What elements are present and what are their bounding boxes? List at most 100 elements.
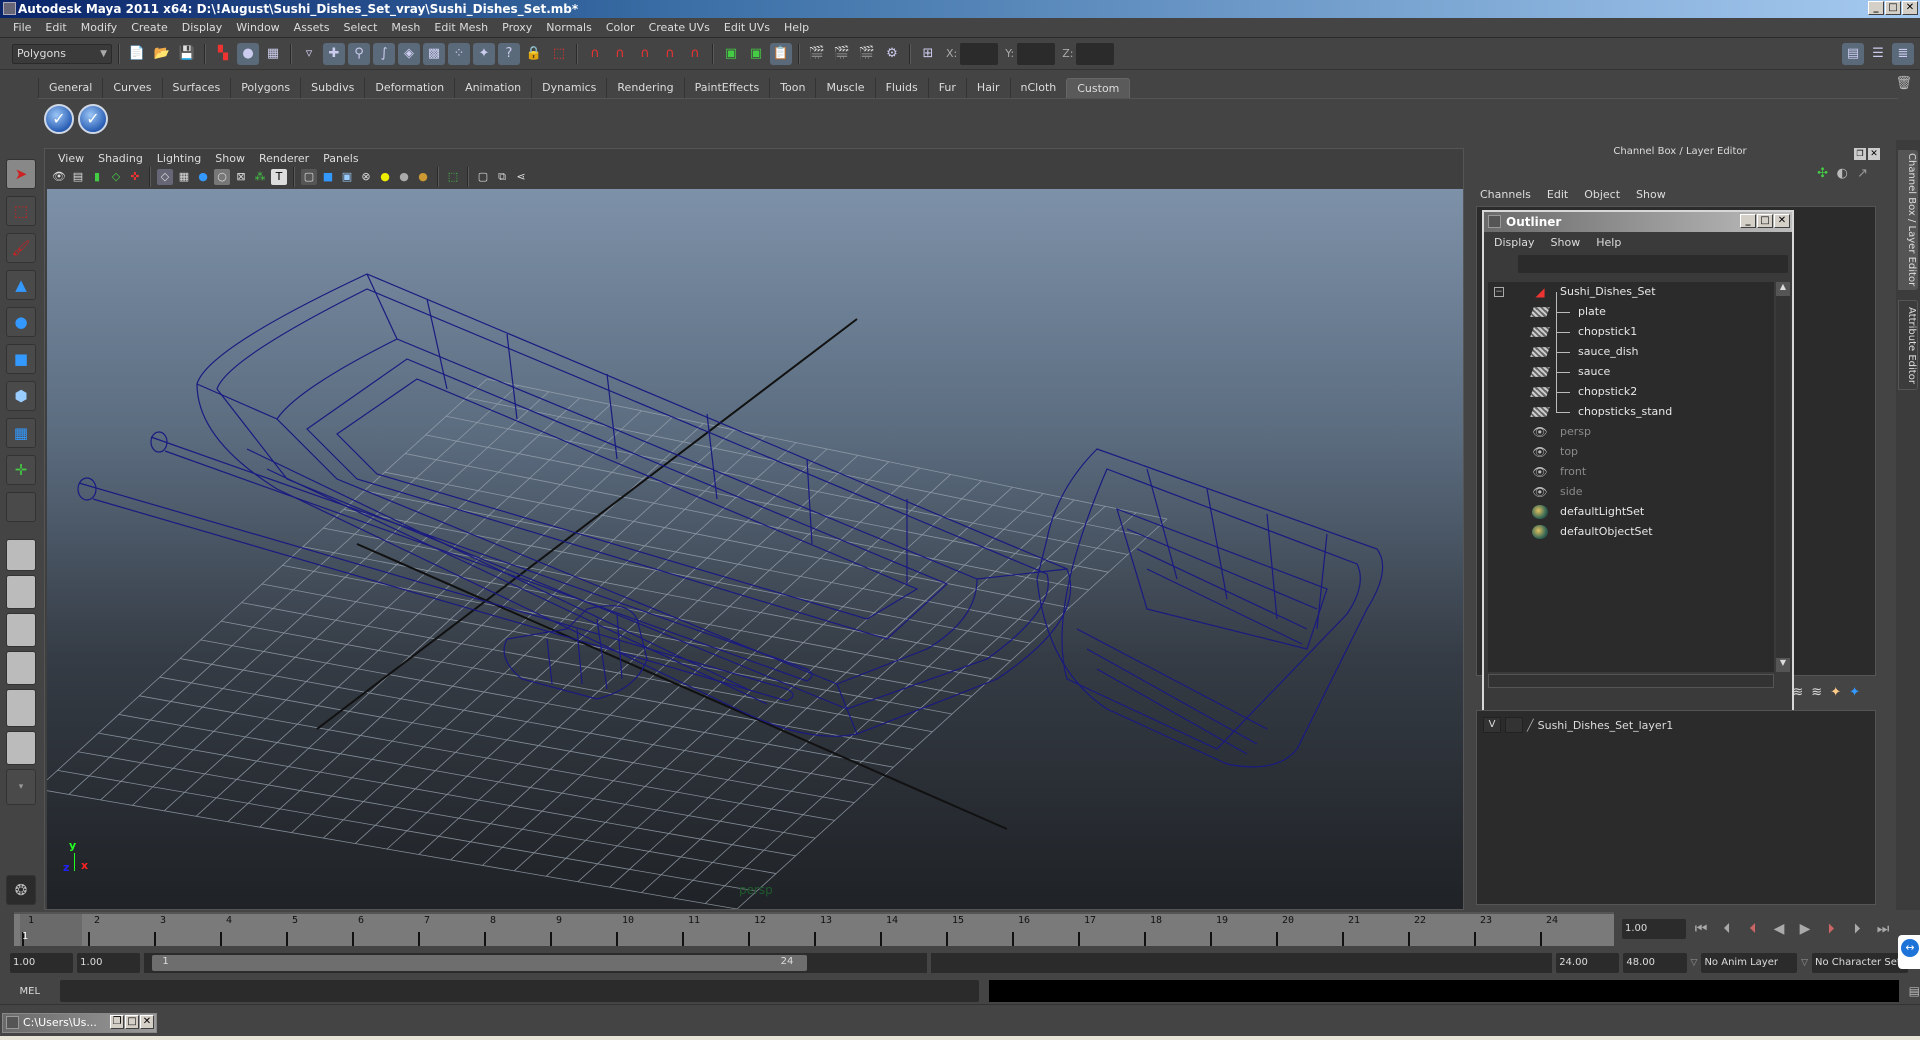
shelf-trash-icon[interactable]: 🗑 — [1895, 76, 1912, 91]
field-chart-icon[interactable]: ⊠ — [233, 169, 249, 185]
play-forwards-button[interactable]: ▶ — [1794, 919, 1816, 939]
outliner-item[interactable]: chopstick1 — [1488, 312, 1774, 342]
shelf-tab-hair[interactable]: Hair — [965, 78, 1010, 98]
maximize-button[interactable]: □ — [1885, 1, 1901, 15]
menu-create-uvs[interactable]: Create UVs — [642, 21, 717, 34]
shelf-tab-dynamics[interactable]: Dynamics — [531, 78, 607, 98]
shelf-tab-polygons[interactable]: Polygons — [230, 78, 301, 98]
rotate-tool-icon[interactable]: ● — [6, 307, 36, 337]
xray-active-icon[interactable]: ⋖ — [513, 169, 529, 185]
menu-create[interactable]: Create — [124, 21, 175, 34]
shelf-tab-curves[interactable]: Curves — [102, 78, 162, 98]
menu-select[interactable]: Select — [336, 21, 384, 34]
layout-more-button[interactable]: ▾ — [6, 769, 36, 805]
grid-toggle-icon[interactable]: ◇ — [157, 169, 173, 185]
layer-row[interactable]: V ╱ Sushi_Dishes_Set_layer1 — [1483, 717, 1673, 733]
highlight-selection-icon[interactable]: ⬚ — [548, 43, 570, 65]
select-object-icon[interactable]: ● — [237, 42, 259, 65]
persp-graph-layout-icon[interactable] — [6, 651, 36, 685]
render-current-icon[interactable]: 🎬 — [831, 43, 853, 65]
shelf-check-button-1[interactable]: ✓ — [44, 103, 74, 134]
menu-mesh[interactable]: Mesh — [384, 21, 427, 34]
save-scene-icon[interactable]: 💾 — [176, 43, 198, 65]
shelf-tab-fluids[interactable]: Fluids — [874, 78, 928, 98]
outliner-close-button[interactable]: ✕ — [1774, 214, 1790, 228]
end-time-field[interactable]: 48.00 — [1623, 953, 1687, 973]
teamviewer-icon[interactable]: ↔ — [1898, 935, 1920, 969]
snap-view-plane-icon[interactable]: ∩ — [659, 43, 681, 65]
character-set-dropdown-arrow[interactable]: ▽ — [1801, 958, 1808, 968]
select-curves-icon[interactable]: ∫ — [373, 42, 395, 65]
attribute-editor-toggle-icon[interactable]: ▤ — [1842, 42, 1864, 65]
shelf-tab-rendering[interactable]: Rendering — [606, 78, 684, 98]
speed-icon[interactable]: ◐ — [1837, 166, 1848, 181]
menu-help[interactable]: Help — [777, 21, 816, 34]
mask-dropdown-icon[interactable]: ▿ — [298, 43, 320, 65]
command-language-label[interactable]: MEL — [10, 986, 50, 997]
outliner-horizontal-scrollbar[interactable] — [1488, 674, 1774, 688]
output-ops-icon[interactable]: ▣ — [745, 43, 767, 65]
minimized-window-item[interactable]: C:\Users\Us... ❐ □ ✕ — [2, 1013, 157, 1033]
outliner-item[interactable]: defaultLightSet — [1488, 502, 1774, 522]
outliner-item[interactable]: defaultObjectSet — [1488, 522, 1774, 542]
viewport-menu-show[interactable]: Show — [208, 152, 252, 165]
render-settings-icon[interactable]: ⚙ — [881, 43, 903, 65]
open-scene-icon[interactable]: 📂 — [151, 43, 173, 65]
menu-edit[interactable]: Edit — [38, 21, 73, 34]
select-dynamics-icon[interactable]: ⁘ — [448, 42, 470, 65]
select-component-icon[interactable]: ▦ — [262, 43, 284, 65]
bookmarks-icon[interactable]: ▮ — [89, 169, 105, 185]
construction-history-icon[interactable]: 📋 — [770, 42, 792, 65]
camera-attributes-icon[interactable]: ▤ — [70, 169, 86, 185]
channel-box-menu-channels[interactable]: Channels — [1480, 188, 1531, 201]
image-plane-icon[interactable]: ◇ — [108, 169, 124, 185]
start-time-field[interactable]: 1.00 — [10, 953, 74, 973]
outliner-titlebar[interactable]: Outliner _ □ ✕ — [1484, 212, 1792, 232]
move-layer-down-icon[interactable]: ≋ — [1811, 685, 1822, 700]
channel-box-menu-show[interactable]: Show — [1636, 188, 1666, 201]
render-view-icon[interactable]: 🎬 — [806, 43, 828, 65]
viewport-menu-view[interactable]: View — [51, 152, 91, 165]
input-mode-icon[interactable]: ⊞ — [917, 43, 939, 65]
manipulator-icon[interactable]: ✣ — [1817, 166, 1828, 181]
snap-point-icon[interactable]: ∩ — [634, 43, 656, 65]
input-ops-icon[interactable]: ▣ — [720, 43, 742, 65]
select-rendering-icon[interactable]: ✦ — [473, 42, 495, 65]
go-to-end-button[interactable]: ⏭ — [1872, 919, 1894, 939]
mel-command-input[interactable] — [59, 980, 980, 1002]
select-tool-icon[interactable]: ➤ — [6, 159, 36, 189]
shelf-tab-subdivs[interactable]: Subdivs — [300, 78, 365, 98]
menu-set-dropdown[interactable]: Polygons ▼ — [12, 43, 112, 64]
z-field[interactable] — [1076, 42, 1115, 65]
viewport-menu-panels[interactable]: Panels — [316, 152, 365, 165]
tab-channel-box-layer-editor[interactable]: Channel Box / Layer Editor — [1898, 150, 1918, 290]
close-button[interactable]: ✕ — [1902, 1, 1918, 15]
outliner-item[interactable]: 👁 side — [1488, 482, 1774, 502]
make-live-icon[interactable]: ∩ — [684, 43, 706, 65]
step-back-key-button[interactable]: ⏴ — [1742, 919, 1764, 939]
outliner-item[interactable]: chopstick2 — [1488, 372, 1774, 402]
shelf-check-button-2[interactable]: ✓ — [78, 103, 108, 134]
minimized-maximize-button[interactable]: □ — [125, 1015, 139, 1029]
menu-window[interactable]: Window — [229, 21, 286, 34]
new-empty-layer-icon[interactable]: ✦ — [1830, 685, 1841, 700]
shelf-tab-general[interactable]: General — [38, 78, 103, 98]
snap-grid-icon[interactable]: ∩ — [584, 43, 606, 65]
xray-joints-icon[interactable]: ⧉ — [494, 169, 510, 185]
soft-modification-icon[interactable]: ▦ — [6, 418, 36, 448]
outliner-item[interactable]: plate — [1488, 292, 1774, 322]
textured-icon[interactable]: ⊗ — [358, 169, 374, 185]
go-to-start-button[interactable]: ⏮ — [1690, 919, 1712, 939]
outliner-item[interactable]: sauce_dish — [1488, 332, 1774, 362]
channel-box-toggle-icon[interactable]: ≣ — [1892, 42, 1914, 65]
resolution-gate-icon[interactable]: ● — [195, 169, 211, 185]
new-scene-icon[interactable]: 📄 — [126, 43, 148, 65]
shelf-tab-painteffects[interactable]: PaintEffects — [683, 78, 770, 98]
shelf-tab-custom[interactable]: Custom — [1066, 78, 1131, 98]
lasso-tool-icon[interactable]: ⬚ — [6, 196, 36, 226]
shelf-tab-ncloth[interactable]: nCloth — [1009, 78, 1067, 98]
menu-color[interactable]: Color — [599, 21, 642, 34]
anim-layer-dropdown-arrow[interactable]: ▽ — [1691, 958, 1698, 968]
menu-edit-uvs[interactable]: Edit UVs — [717, 21, 777, 34]
select-handles-icon[interactable]: ✚ — [323, 42, 345, 65]
